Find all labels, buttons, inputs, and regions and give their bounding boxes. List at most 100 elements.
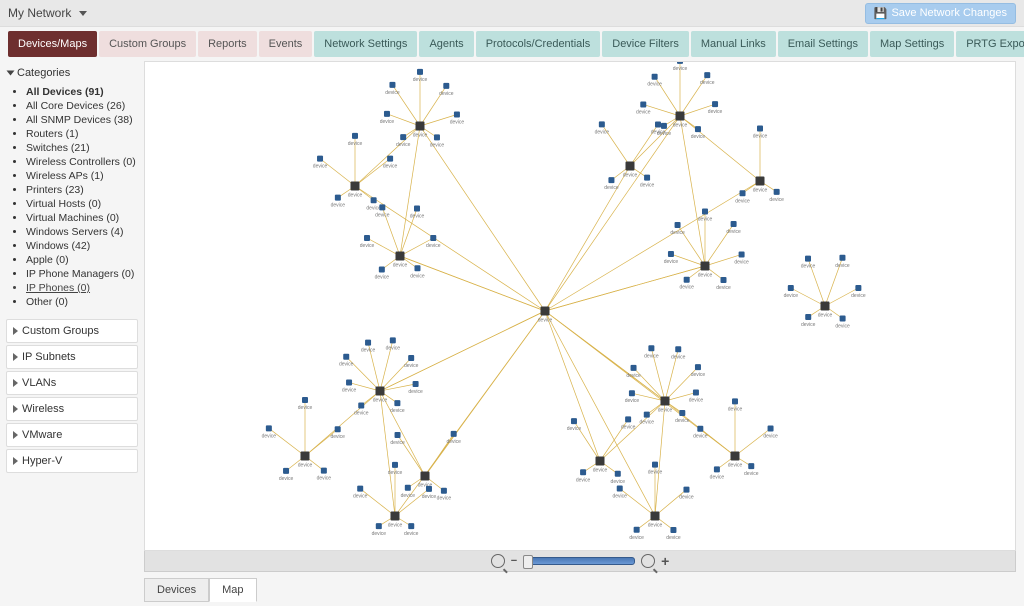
panel-ip-subnets[interactable]: IP Subnets [6, 345, 138, 369]
chevron-right-icon [13, 405, 18, 413]
tab-protocols-credentials[interactable]: Protocols/Credentials [476, 31, 601, 57]
tab-network-settings[interactable]: Network Settings [314, 31, 417, 57]
svg-text:device: device [404, 363, 419, 369]
page-title-text: My Network [8, 6, 71, 20]
svg-text:device: device [348, 193, 363, 199]
tab-device-filters[interactable]: Device Filters [602, 31, 689, 57]
svg-text:device: device [728, 463, 743, 469]
svg-text:device: device [567, 426, 582, 432]
svg-text:device: device [386, 345, 401, 351]
svg-text:device: device [450, 120, 465, 126]
svg-text:device: device [396, 142, 411, 148]
svg-text:device: device [404, 531, 419, 537]
panel-vmware[interactable]: VMware [6, 423, 138, 447]
svg-text:device: device [262, 433, 277, 439]
tab-custom-groups[interactable]: Custom Groups [99, 31, 196, 57]
svg-text:device: device [679, 285, 694, 291]
category-item[interactable]: Wireless Controllers (0) [26, 155, 138, 169]
category-item[interactable]: All Core Devices (26) [26, 99, 138, 113]
svg-text:device: device [393, 263, 408, 269]
category-item[interactable]: All SNMP Devices (38) [26, 113, 138, 127]
svg-text:device: device [410, 214, 425, 220]
svg-text:device: device [331, 203, 346, 209]
svg-text:device: device [390, 440, 405, 446]
svg-text:device: device [644, 353, 659, 359]
svg-text:device: device [623, 173, 638, 179]
svg-text:device: device [401, 493, 416, 499]
categories-label: Categories [17, 67, 70, 79]
panel-wireless[interactable]: Wireless [6, 397, 138, 421]
svg-text:device: device [330, 434, 345, 440]
tab-reports[interactable]: Reports [198, 31, 257, 57]
svg-text:device: device [342, 388, 357, 394]
category-item[interactable]: Windows (42) [26, 239, 138, 253]
category-item[interactable]: Printers (23) [26, 183, 138, 197]
svg-text:device: device [698, 216, 713, 222]
category-item[interactable]: IP Phone Managers (0) [26, 267, 138, 281]
svg-text:device: device [689, 398, 704, 404]
zoom-thumb[interactable] [523, 555, 533, 569]
category-item[interactable]: All Devices (91) [26, 85, 138, 99]
zoom-in-icon[interactable] [641, 554, 655, 568]
svg-text:device: device [298, 463, 313, 469]
svg-text:device: device [835, 263, 850, 269]
category-item[interactable]: Wireless APs (1) [26, 169, 138, 183]
category-item[interactable]: Virtual Hosts (0) [26, 197, 138, 211]
svg-text:device: device [648, 523, 663, 529]
svg-text:device: device [413, 77, 428, 83]
svg-text:device: device [621, 424, 636, 430]
category-item[interactable]: Virtual Machines (0) [26, 211, 138, 225]
category-item[interactable]: Switches (21) [26, 141, 138, 155]
svg-text:device: device [388, 523, 403, 529]
svg-text:device: device [675, 418, 690, 424]
tab-prtg-export[interactable]: PRTG Export [956, 31, 1024, 57]
zoom-out-icon[interactable] [491, 554, 505, 568]
tab-map[interactable]: Map [209, 578, 256, 602]
svg-text:device: device [426, 243, 441, 249]
panel-hyper-v[interactable]: Hyper-V [6, 449, 138, 473]
category-item[interactable]: Windows Servers (4) [26, 225, 138, 239]
save-network-button[interactable]: 💾 Save Network Changes [865, 3, 1016, 24]
svg-text:device: device [679, 495, 694, 501]
tab-email-settings[interactable]: Email Settings [778, 31, 868, 57]
network-map-svg[interactable]: devicedevicedevicedevicedevicedevicedevi… [145, 62, 1015, 550]
panel-vlans[interactable]: VLANs [6, 371, 138, 395]
tab-agents[interactable]: Agents [419, 31, 473, 57]
svg-text:device: device [640, 183, 655, 189]
svg-text:device: device [422, 494, 437, 500]
zoom-bar: − + [144, 551, 1016, 572]
svg-text:device: device [664, 259, 679, 265]
tab-map-settings[interactable]: Map Settings [870, 31, 954, 57]
svg-text:device: device [437, 496, 452, 502]
zoom-slider[interactable] [523, 557, 635, 565]
map-canvas[interactable]: devicedevicedevicedevicedevicedevicedevi… [144, 61, 1016, 551]
svg-text:device: device [735, 198, 750, 204]
svg-text:device: device [366, 205, 381, 211]
svg-text:device: device [710, 474, 725, 480]
svg-text:device: device [348, 141, 363, 147]
tab-devices[interactable]: Devices [144, 578, 209, 602]
category-item[interactable]: Other (0) [26, 295, 138, 309]
svg-text:device: device [666, 535, 681, 541]
svg-text:device: device [801, 264, 816, 270]
tab-events[interactable]: Events [259, 31, 313, 57]
categories-header[interactable]: Categories [6, 63, 138, 83]
plus-icon[interactable]: + [661, 555, 669, 567]
svg-text:device: device [693, 434, 708, 440]
svg-text:device: device [390, 408, 405, 414]
category-item[interactable]: Routers (1) [26, 127, 138, 141]
svg-text:device: device [313, 164, 328, 170]
svg-text:device: device [763, 433, 778, 439]
save-button-label: Save Network Changes [891, 7, 1007, 19]
category-item[interactable]: IP Phones (0) [26, 281, 138, 295]
svg-text:device: device [410, 273, 425, 279]
page-title[interactable]: My Network [8, 6, 87, 20]
tab-manual-links[interactable]: Manual Links [691, 31, 776, 57]
minus-icon[interactable]: − [511, 555, 517, 567]
svg-text:device: device [593, 468, 608, 474]
category-item[interactable]: Apple (0) [26, 253, 138, 267]
main-tabs: Devices/MapsCustom GroupsReportsEventsNe… [0, 27, 1024, 57]
panel-custom-groups[interactable]: Custom Groups [6, 319, 138, 343]
tab-devices-maps[interactable]: Devices/Maps [8, 31, 97, 57]
sidebar: Categories All Devices (91)All Core Devi… [0, 57, 144, 606]
